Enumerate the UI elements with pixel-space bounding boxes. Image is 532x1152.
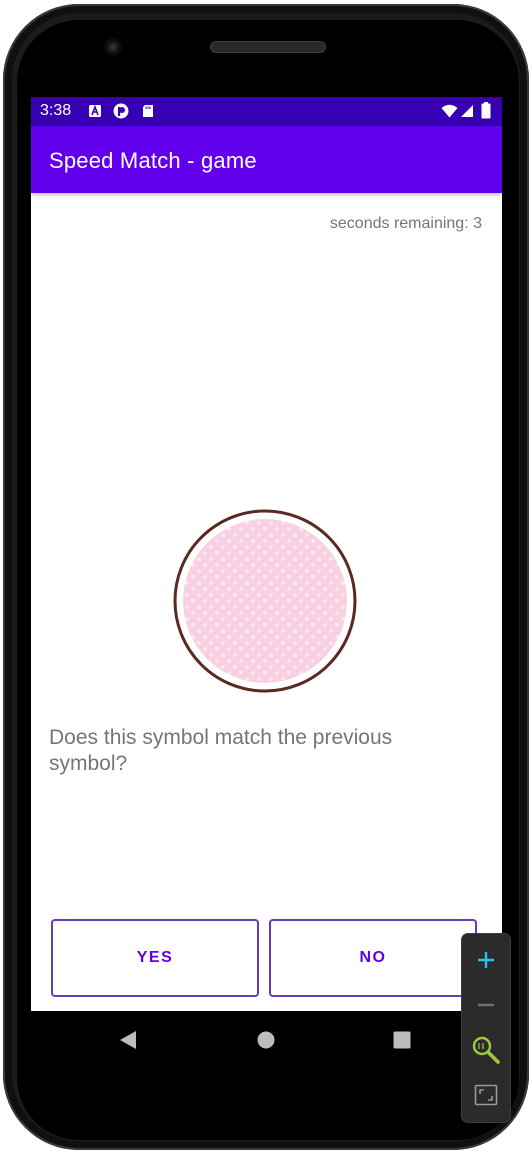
seconds-remaining-label: seconds remaining: 3 — [329, 215, 482, 232]
signal-icon — [461, 105, 473, 117]
back-icon[interactable] — [117, 1029, 139, 1051]
a-notification-icon — [89, 104, 101, 117]
recents-icon[interactable] — [391, 1029, 413, 1051]
navigation-bar — [31, 1011, 502, 1069]
match-question: Does this symbol match the previous symb… — [49, 726, 393, 775]
status-bar: 3:38 — [31, 97, 502, 126]
battery-icon — [481, 102, 491, 119]
sd-card-icon — [143, 105, 153, 117]
emulator-zoom-panel — [462, 934, 510, 1122]
wifi-icon — [441, 104, 458, 118]
emulator-frame: 3:38 Speed Match - game seconds remainin… — [0, 0, 532, 1152]
zoom-out-icon[interactable] — [470, 989, 502, 1021]
front-camera-icon — [104, 38, 122, 56]
app-screen: 3:38 Speed Match - game seconds remainin… — [31, 97, 502, 1011]
yes-button[interactable]: YES — [51, 919, 259, 997]
app-title: Speed Match - game — [49, 148, 257, 173]
zoom-actual-size-icon[interactable] — [470, 1034, 502, 1066]
no-button[interactable]: NO — [269, 919, 477, 997]
status-time: 3:38 — [40, 102, 72, 119]
zoom-fit-icon[interactable] — [470, 1079, 502, 1111]
earpiece-speaker — [210, 41, 326, 53]
pink-polka-dot-circle-icon — [173, 509, 357, 693]
app-bar: Speed Match - game — [31, 126, 502, 193]
play-circle-icon — [113, 103, 129, 119]
home-icon[interactable] — [255, 1029, 277, 1051]
zoom-in-icon[interactable] — [470, 944, 502, 976]
